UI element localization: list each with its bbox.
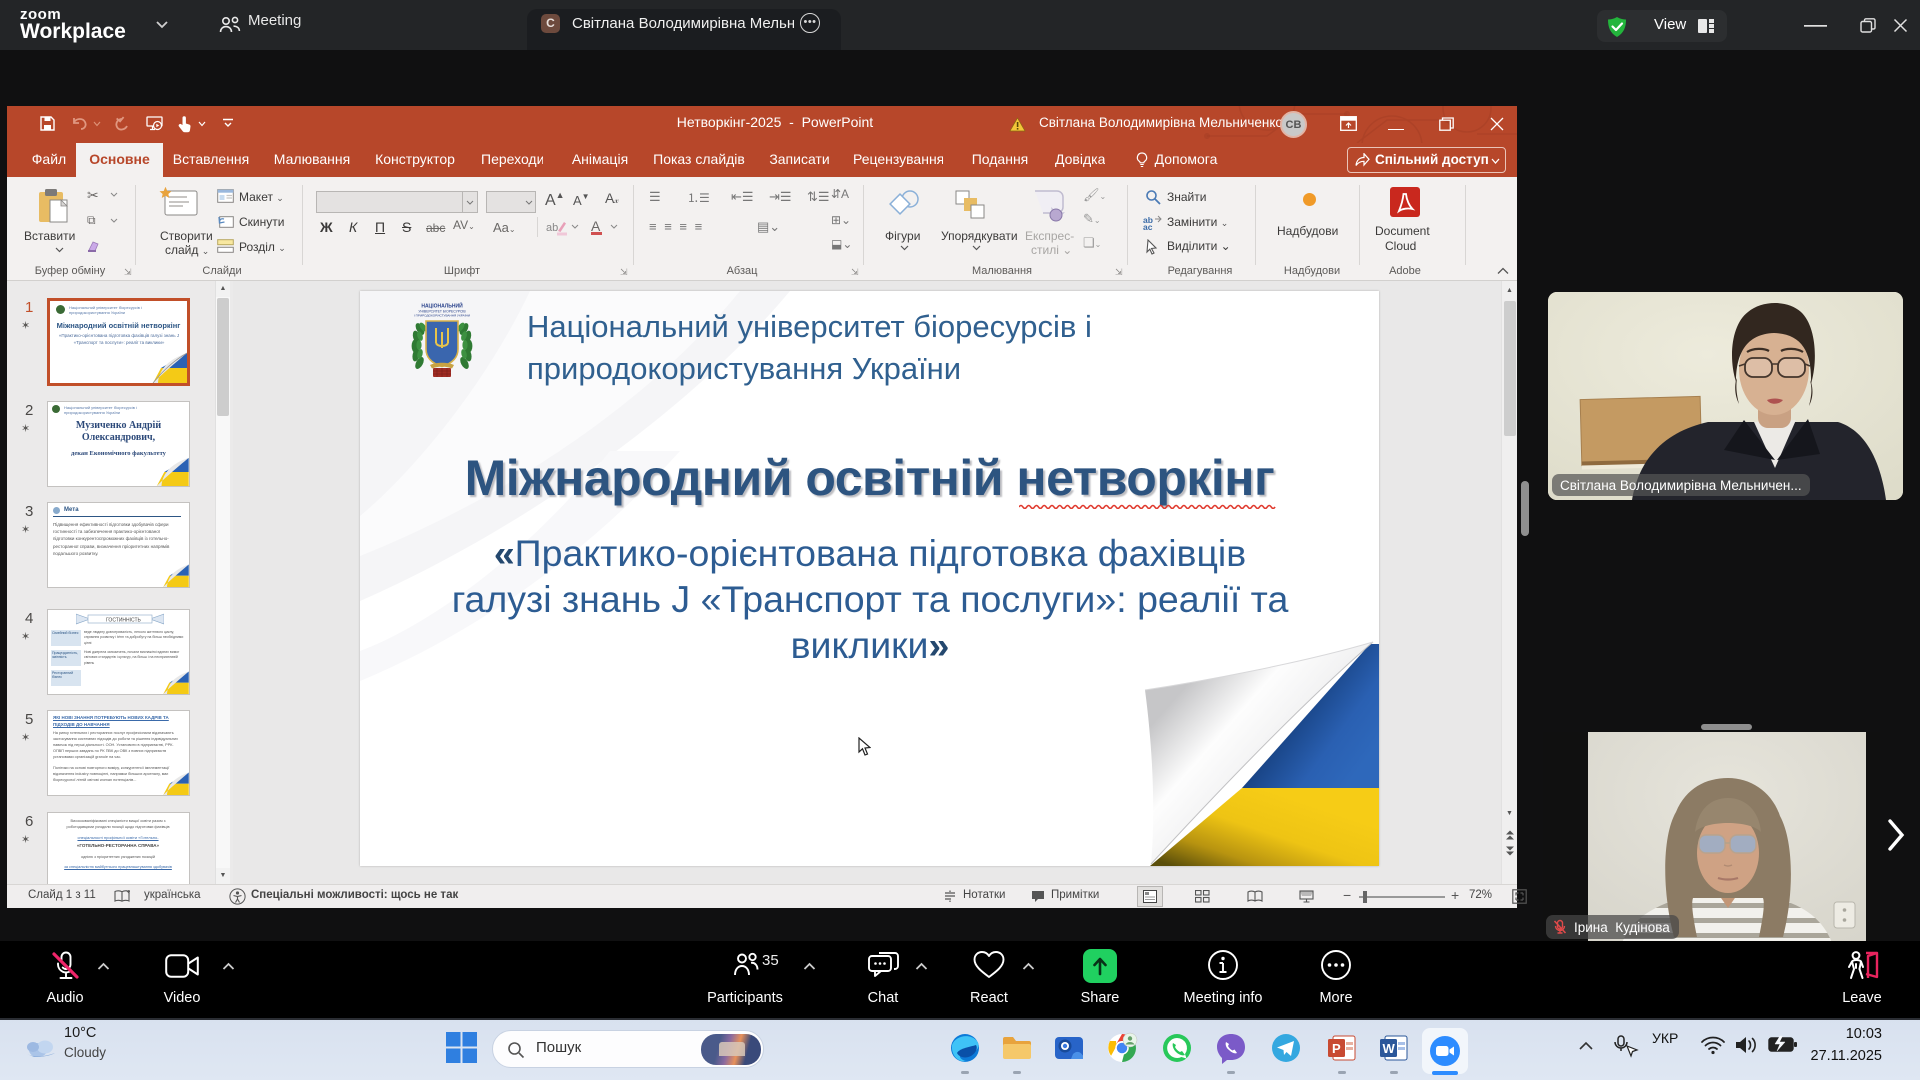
- svg-text:P: P: [1332, 1041, 1341, 1056]
- svg-text:ab: ab: [546, 222, 558, 234]
- svg-text:НАЦІОНАЛЬНИЙ: НАЦІОНАЛЬНИЙ: [421, 302, 463, 310]
- svg-text:ГОСТИННІСТЬ: ГОСТИННІСТЬ: [106, 618, 142, 624]
- svg-text:ac: ac: [1143, 222, 1153, 230]
- svg-text:W: W: [1383, 1041, 1396, 1056]
- svg-text:І ПРИРОДОКОРИСТУВАННЯ УКРАЇНИ: І ПРИРОДОКОРИСТУВАННЯ УКРАЇНИ: [414, 314, 470, 318]
